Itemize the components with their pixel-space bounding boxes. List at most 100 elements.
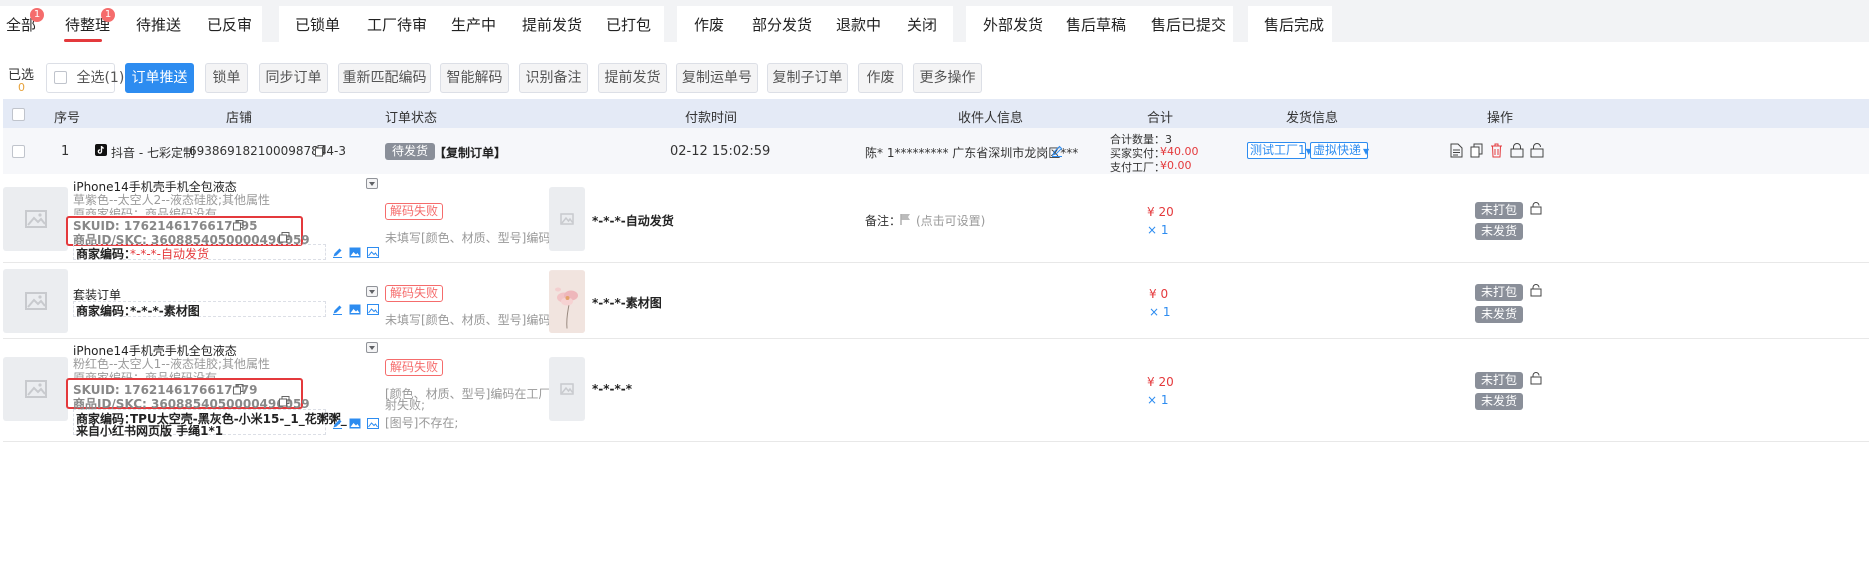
header-checkbox[interactable]	[12, 108, 25, 121]
factory-paid-label: 支付工厂：	[1110, 161, 1165, 174]
tab-aftersale-submitted[interactable]: 售后已提交	[1151, 14, 1226, 35]
ship-status: 未发货	[1475, 306, 1523, 323]
push-order-button[interactable]: 订单推送	[125, 63, 194, 93]
tab-packed[interactable]: 已打包	[606, 14, 651, 35]
item-price: ¥ 20	[1147, 205, 1174, 219]
col-seq: 序号	[54, 111, 81, 126]
image-icon[interactable]	[367, 418, 379, 433]
tab-external-ship[interactable]: 外部发货	[983, 14, 1043, 35]
lock-icon[interactable]	[1510, 143, 1524, 162]
item-qty: × 1	[1149, 305, 1171, 319]
unlock-icon[interactable]	[1530, 143, 1544, 162]
order-receiver: 陈* 1********* 广东省深圳市龙岗区***	[865, 146, 1079, 160]
document-icon[interactable]	[1450, 143, 1463, 162]
product-name: *-*-*-素材图	[592, 296, 662, 310]
image-icon	[560, 213, 574, 225]
smart-decode-button[interactable]: 智能解码	[440, 63, 509, 93]
tab-locked[interactable]: 已锁单	[295, 14, 340, 35]
image-icon	[24, 210, 47, 228]
edit-icon[interactable]	[332, 304, 343, 319]
merchant-code-value: *-*-*-素材图	[130, 304, 200, 318]
row-divider	[3, 338, 1869, 339]
duplicate-icon[interactable]	[1470, 143, 1483, 162]
tab-reverse-reviewed[interactable]: 已反审	[207, 14, 252, 35]
col-status: 订单状态	[385, 111, 438, 126]
factory-image-placeholder	[549, 187, 585, 251]
decode-fail-tag: 解码失败	[385, 285, 444, 302]
row-divider	[3, 441, 1869, 442]
edit-icon[interactable]	[1051, 145, 1063, 161]
express-select[interactable]: 虚拟快递 ▼	[1310, 142, 1370, 159]
product-image-placeholder	[3, 357, 68, 421]
flower-image	[549, 270, 585, 333]
copy-waybill-button[interactable]: 复制运单号	[676, 63, 758, 93]
tab-aftersale-draft[interactable]: 售后草稿	[1066, 14, 1126, 35]
void-button[interactable]: 作废	[858, 63, 903, 93]
pack-status: 未打包	[1475, 372, 1523, 389]
tab-aftersale-done[interactable]: 售后完成	[1264, 14, 1324, 35]
selected-count: 0	[18, 81, 25, 94]
edit-icon[interactable]	[332, 247, 343, 262]
image-upload-icon[interactable]	[349, 247, 361, 262]
image-icon	[24, 292, 47, 310]
chevron-down-icon: ▼	[1363, 147, 1370, 156]
lock-icon[interactable]	[1530, 372, 1542, 389]
item-orig-code: 原商家编码：商品编码没有	[73, 207, 218, 215]
dropdown-toggle-icon[interactable]	[366, 342, 378, 353]
product-name: *-*-*-*	[592, 382, 633, 396]
image-icon[interactable]	[367, 247, 379, 262]
tab-to-organize-badge: 1	[101, 8, 115, 22]
ship-status: 未发货	[1475, 223, 1523, 240]
col-ops: 操作	[1487, 111, 1514, 126]
merchant-code-value-line2: 来自小红书网页版 手绳1*1	[76, 424, 224, 438]
decode-fail-tag: 解码失败	[385, 203, 444, 220]
rematch-code-button[interactable]: 重新匹配编码	[338, 63, 431, 93]
product-image	[549, 270, 585, 333]
decode-fail-tag: 解码失败	[385, 359, 444, 376]
flag-icon[interactable]	[900, 213, 911, 229]
col-pay-time: 付款时间	[685, 111, 738, 126]
factory-paid-value: ¥0.00	[1160, 159, 1192, 172]
row-divider	[3, 262, 1869, 263]
tab-partial-ship[interactable]: 部分发货	[752, 14, 812, 35]
tab-closed[interactable]: 关闭	[907, 14, 937, 35]
tab-void[interactable]: 作废	[694, 14, 724, 35]
remark-hint[interactable]: (点击可设置)	[916, 212, 985, 229]
copy-suborder-button[interactable]: 复制子订单	[767, 63, 848, 93]
recognize-remark-button[interactable]: 识别备注	[519, 63, 588, 93]
tab-early-ship[interactable]: 提前发货	[522, 14, 582, 35]
copy-icon[interactable]	[315, 145, 326, 161]
tab-refunding[interactable]: 退款中	[836, 14, 881, 35]
delete-icon[interactable]	[1490, 143, 1503, 162]
factory-image-placeholder	[549, 357, 585, 421]
image-upload-icon[interactable]	[349, 418, 361, 433]
order-pay-time: 02-12 15:02:59	[670, 144, 771, 159]
select-all-label: 全选(1)	[76, 70, 125, 86]
tab-in-production[interactable]: 生产中	[451, 14, 496, 35]
more-actions-button[interactable]: 更多操作	[913, 63, 982, 93]
sync-order-button[interactable]: 同步订单	[259, 63, 328, 93]
merchant-code-label: 商家编码：	[76, 247, 137, 261]
early-ship-button[interactable]: 提前发货	[598, 63, 667, 93]
order-checkbox[interactable]	[12, 145, 25, 158]
pack-status: 未打包	[1475, 284, 1523, 301]
tab-to-push[interactable]: 待推送	[136, 14, 181, 35]
image-upload-icon[interactable]	[349, 304, 361, 319]
lock-order-button[interactable]: 锁单	[205, 63, 248, 93]
lock-icon[interactable]	[1530, 202, 1542, 219]
order-seq: 1	[61, 144, 70, 159]
dropdown-toggle-icon[interactable]	[366, 178, 378, 189]
dropdown-toggle-icon[interactable]	[366, 286, 378, 297]
copy-order-link[interactable]: 【复制订单】	[434, 144, 506, 161]
image-icon	[24, 380, 47, 398]
image-icon[interactable]	[367, 304, 379, 319]
factory-select-value: 测试工厂1	[1250, 143, 1306, 157]
lock-icon[interactable]	[1530, 284, 1542, 301]
edit-icon[interactable]	[332, 418, 343, 433]
order-status-tag: 待发货	[385, 143, 436, 160]
product-image-placeholder	[3, 269, 68, 333]
active-tab-indicator	[64, 39, 102, 42]
tab-factory-pending[interactable]: 工厂待审	[367, 14, 427, 35]
factory-select[interactable]: 测试工厂1▼	[1247, 142, 1312, 159]
select-all-checkbox[interactable]: 全选(1)	[46, 63, 124, 93]
